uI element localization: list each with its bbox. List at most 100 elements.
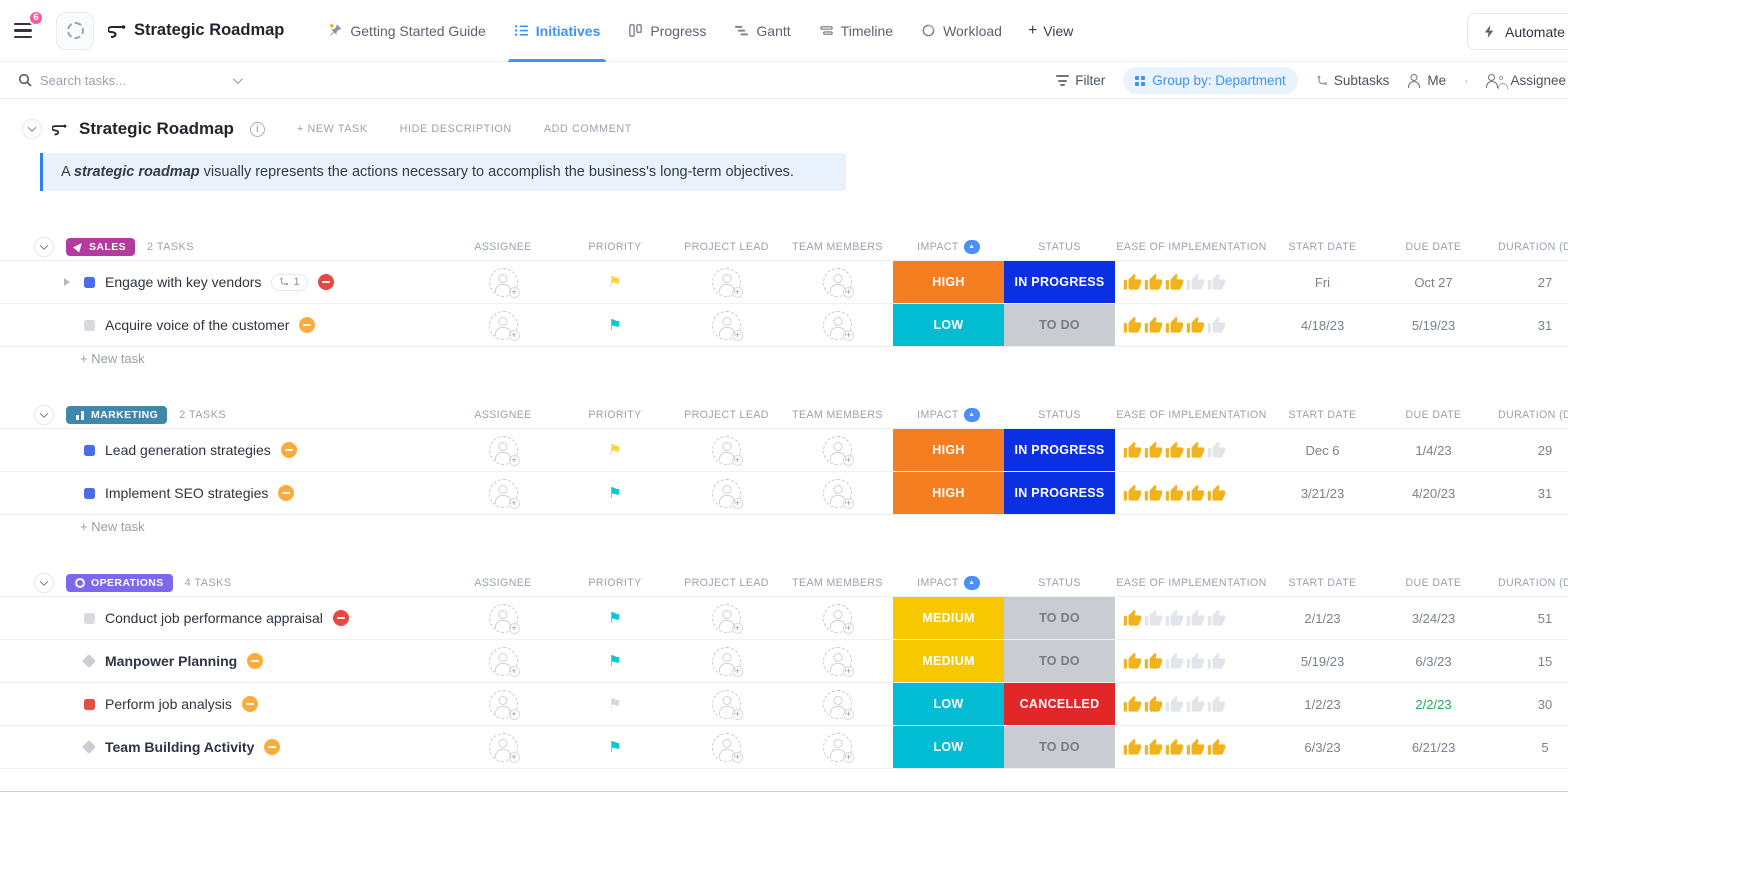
table-row[interactable]: Engage with key vendors 1 + ⚑ + + HIGH I… bbox=[0, 261, 1568, 304]
task-status-icon[interactable] bbox=[84, 699, 95, 710]
thumbs-up-icon[interactable] bbox=[1123, 609, 1142, 628]
project-lead-add-button[interactable]: + bbox=[712, 604, 741, 633]
search-box[interactable] bbox=[10, 67, 248, 93]
collapse-group-button[interactable] bbox=[34, 237, 54, 257]
ease-rating[interactable] bbox=[1115, 683, 1268, 725]
task-status-icon[interactable] bbox=[82, 740, 96, 754]
status-cell[interactable]: TO DO bbox=[1004, 640, 1115, 682]
group-badge[interactable]: OPERATIONS bbox=[66, 574, 173, 592]
table-row[interactable]: Manpower Planning + ⚑ + + MEDIUM TO DO 5… bbox=[0, 640, 1568, 683]
column-header-project-lead[interactable]: PROJECT LEAD bbox=[671, 409, 782, 421]
team-members-add-button[interactable]: + bbox=[823, 647, 852, 676]
thumbs-up-icon[interactable] bbox=[1123, 484, 1142, 503]
assignee-add-button[interactable]: + bbox=[489, 311, 518, 340]
start-date[interactable]: 4/18/23 bbox=[1268, 318, 1377, 333]
tab-workload[interactable]: Workload bbox=[907, 0, 1016, 62]
task-status-icon[interactable] bbox=[84, 320, 95, 331]
table-row[interactable]: Perform job analysis + ⚑ + + LOW CANCELL… bbox=[0, 683, 1568, 726]
ease-rating[interactable] bbox=[1115, 304, 1268, 346]
impact-cell[interactable]: HIGH bbox=[893, 472, 1004, 514]
new-task-action[interactable]: + NEW TASK bbox=[297, 123, 368, 135]
blocked-marker-icon[interactable] bbox=[281, 442, 297, 458]
tab-progress[interactable]: Progress bbox=[614, 0, 720, 62]
thumbs-up-icon[interactable] bbox=[1165, 316, 1184, 335]
impact-cell[interactable]: HIGH bbox=[893, 261, 1004, 303]
ease-rating[interactable] bbox=[1115, 472, 1268, 514]
sort-ascending-icon[interactable]: ▲ bbox=[964, 240, 980, 254]
tab-gantt[interactable]: Gantt bbox=[720, 0, 804, 62]
thumbs-up-icon[interactable] bbox=[1207, 441, 1226, 460]
assignee-add-button[interactable]: + bbox=[489, 733, 518, 762]
impact-cell[interactable]: HIGH bbox=[893, 429, 1004, 471]
thumbs-up-icon[interactable] bbox=[1144, 441, 1163, 460]
project-lead-add-button[interactable]: + bbox=[712, 733, 741, 762]
column-header-team-members[interactable]: TEAM MEMBERS bbox=[782, 409, 893, 421]
thumbs-up-icon[interactable] bbox=[1165, 441, 1184, 460]
assignee-add-button[interactable]: + bbox=[489, 647, 518, 676]
priority-flag-icon[interactable]: ⚑ bbox=[608, 318, 621, 333]
thumbs-up-icon[interactable] bbox=[1123, 273, 1142, 292]
expand-caret-icon[interactable] bbox=[64, 278, 70, 286]
column-header-start-date[interactable]: START DATE bbox=[1268, 409, 1377, 421]
thumbs-up-icon[interactable] bbox=[1186, 441, 1205, 460]
tab-initiatives[interactable]: Initiatives bbox=[500, 0, 615, 62]
due-date[interactable]: 1/4/23 bbox=[1377, 443, 1490, 458]
impact-cell[interactable]: LOW bbox=[893, 304, 1004, 346]
project-lead-add-button[interactable]: + bbox=[712, 436, 741, 465]
column-header-status[interactable]: STATUS bbox=[1004, 577, 1115, 589]
thumbs-up-icon[interactable] bbox=[1165, 695, 1184, 714]
ease-rating[interactable] bbox=[1115, 726, 1268, 768]
tab-getting-started-guide[interactable]: Getting Started Guide bbox=[314, 0, 499, 62]
project-lead-add-button[interactable]: + bbox=[712, 690, 741, 719]
collapse-group-button[interactable] bbox=[34, 405, 54, 425]
team-members-add-button[interactable]: + bbox=[823, 733, 852, 762]
thumbs-up-icon[interactable] bbox=[1144, 652, 1163, 671]
team-members-add-button[interactable]: + bbox=[823, 436, 852, 465]
thumbs-up-icon[interactable] bbox=[1144, 609, 1163, 628]
task-status-icon[interactable] bbox=[84, 488, 95, 499]
task-status-icon[interactable] bbox=[84, 613, 95, 624]
hide-description-action[interactable]: HIDE DESCRIPTION bbox=[400, 123, 512, 135]
duration-value[interactable]: 29 bbox=[1490, 443, 1568, 458]
duration-value[interactable]: 31 bbox=[1490, 318, 1568, 333]
me-button[interactable]: Me bbox=[1407, 73, 1446, 88]
blocked-marker-icon[interactable] bbox=[333, 610, 349, 626]
thumbs-up-icon[interactable] bbox=[1144, 273, 1163, 292]
thumbs-up-icon[interactable] bbox=[1207, 484, 1226, 503]
thumbs-up-icon[interactable] bbox=[1144, 695, 1163, 714]
priority-flag-icon[interactable]: ⚑ bbox=[608, 697, 621, 712]
column-header-ease[interactable]: EASE OF IMPLEMENTATION bbox=[1115, 241, 1268, 253]
team-members-add-button[interactable]: + bbox=[823, 268, 852, 297]
column-header-assignee[interactable]: ASSIGNEE bbox=[447, 577, 559, 589]
column-header-priority[interactable]: PRIORITY bbox=[559, 409, 671, 421]
status-cell[interactable]: TO DO bbox=[1004, 726, 1115, 768]
status-cell[interactable]: CANCELLED bbox=[1004, 683, 1115, 725]
duration-value[interactable]: 27 bbox=[1490, 275, 1568, 290]
table-row[interactable]: Lead generation strategies + ⚑ + + HIGH … bbox=[0, 429, 1568, 472]
search-input[interactable] bbox=[40, 73, 225, 88]
column-header-project-lead[interactable]: PROJECT LEAD bbox=[671, 577, 782, 589]
task-status-icon[interactable] bbox=[82, 654, 96, 668]
column-header-duration[interactable]: DURATION (D bbox=[1490, 577, 1568, 589]
group-by-button[interactable]: Group by: Department bbox=[1123, 67, 1298, 94]
thumbs-up-icon[interactable] bbox=[1207, 695, 1226, 714]
column-header-impact[interactable]: IMPACT▲ bbox=[893, 240, 1004, 254]
thumbs-up-icon[interactable] bbox=[1186, 695, 1205, 714]
blocked-marker-icon[interactable] bbox=[264, 739, 280, 755]
thumbs-up-icon[interactable] bbox=[1165, 484, 1184, 503]
start-date[interactable]: Dec 6 bbox=[1268, 443, 1377, 458]
duration-value[interactable]: 30 bbox=[1490, 697, 1568, 712]
column-header-start-date[interactable]: START DATE bbox=[1268, 577, 1377, 589]
column-header-ease[interactable]: EASE OF IMPLEMENTATION bbox=[1115, 577, 1268, 589]
priority-flag-icon[interactable]: ⚑ bbox=[608, 443, 621, 458]
column-header-status[interactable]: STATUS bbox=[1004, 409, 1115, 421]
table-row[interactable]: Team Building Activity + ⚑ + + LOW TO DO… bbox=[0, 726, 1568, 769]
new-task-link[interactable]: + New task bbox=[80, 515, 1568, 539]
automate-button[interactable]: Automate bbox=[1467, 13, 1568, 50]
status-cell[interactable]: TO DO bbox=[1004, 597, 1115, 639]
column-header-impact[interactable]: IMPACT▲ bbox=[893, 576, 1004, 590]
thumbs-up-icon[interactable] bbox=[1186, 609, 1205, 628]
sort-ascending-icon[interactable]: ▲ bbox=[964, 408, 980, 422]
subtasks-button[interactable]: Subtasks bbox=[1316, 73, 1390, 88]
priority-flag-icon[interactable]: ⚑ bbox=[608, 275, 621, 290]
